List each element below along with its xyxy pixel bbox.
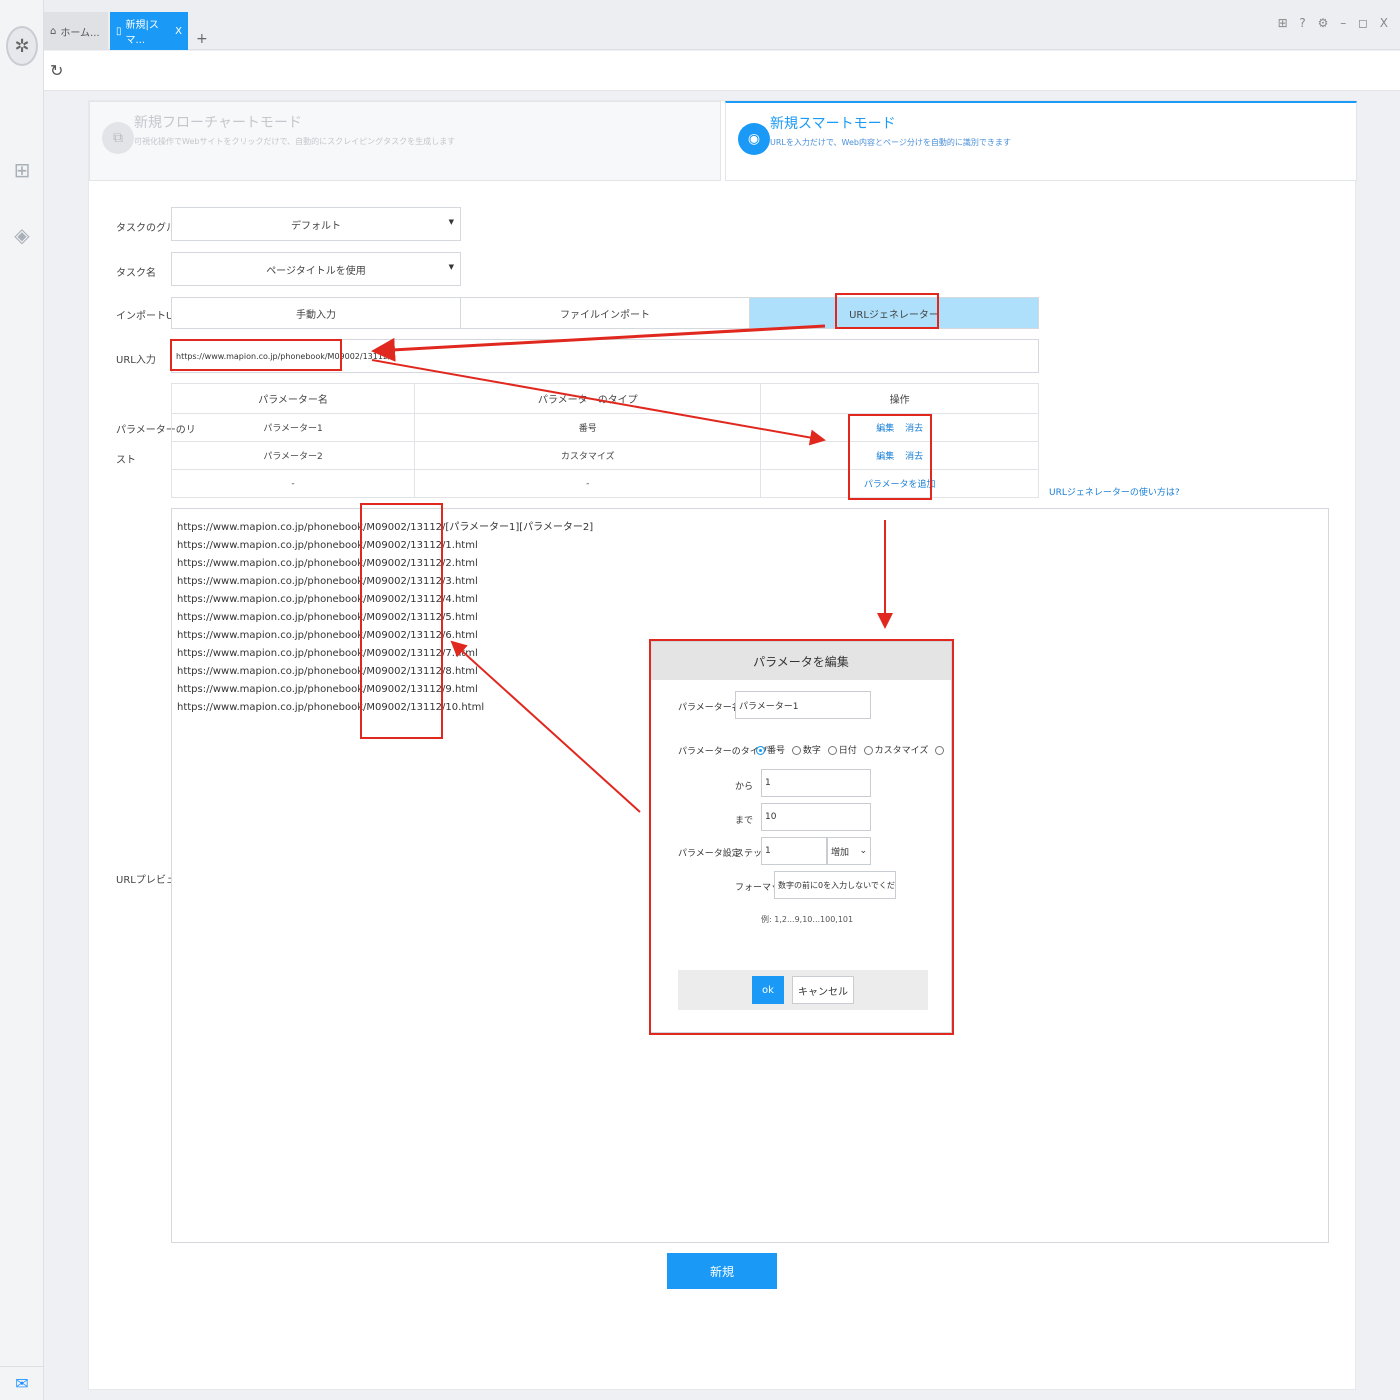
create-button[interactable]: 新規 <box>667 1253 777 1289</box>
flowchart-icon: ⧉ <box>102 122 134 154</box>
caret-down-icon: ▼ <box>448 263 454 271</box>
tab-home-label: ホーム... <box>60 27 100 39</box>
address-bar: ↻ <box>44 51 1400 91</box>
mode-smart-title: 新規スマートモード <box>770 116 896 132</box>
col-param-type: パラメーターのタイプ <box>414 383 762 414</box>
highlight-url-input <box>170 339 342 371</box>
param-list-label-cont: スト <box>116 455 136 466</box>
window-controls[interactable]: ⊞ ? ⚙ – ◻ X <box>1278 16 1392 30</box>
preview-line: https://www.mapion.co.jp/phonebook/M0900… <box>177 558 478 569</box>
param-type-cell: 番号 <box>414 413 762 442</box>
tab-home[interactable]: ⌂ ホーム... <box>44 12 108 50</box>
refresh-icon[interactable]: ↻ <box>50 61 63 80</box>
param-name-cell: - <box>170 469 416 498</box>
mode-flowchart-title: 新規フローチャートモード <box>134 115 302 131</box>
col-actions: 操作 <box>760 383 1039 414</box>
task-group-select[interactable]: デフォルト ▼ <box>171 207 461 241</box>
col-param-name: パラメーター名 <box>170 383 416 414</box>
app-logo-icon[interactable]: ✲ <box>6 26 38 66</box>
tab-close-icon[interactable]: X <box>175 26 182 37</box>
table-header-row: パラメーター名 パラメーターのタイプ 操作 <box>170 383 1039 414</box>
task-name-label: タスク名 <box>116 268 156 279</box>
url-generator-help-link[interactable]: URLジェネレーターの使い方は? <box>1049 485 1180 498</box>
robot-icon: ◉ <box>738 123 770 155</box>
preview-line: https://www.mapion.co.jp/phonebook/M0900… <box>177 522 594 533</box>
param-type-cell: - <box>414 469 762 498</box>
tab-file-import[interactable]: ファイルインポート <box>461 298 750 328</box>
param-name-cell: パラメーター2 <box>170 441 416 470</box>
url-input-label: URL入力 <box>116 355 156 366</box>
mode-smart-desc: URLを入力だけで、Web内容とページ分けを自動的に識別できます <box>770 138 1011 147</box>
param-name-cell: パラメーター1 <box>170 413 416 442</box>
tab-bar: ⌂ ホーム... ▯ 新規|スマ... X + ⊞ ? ⚙ – ◻ X <box>44 0 1400 50</box>
new-task-icon[interactable]: ⊞ <box>10 155 34 185</box>
tab-new-smart-label: 新規|スマ... <box>125 20 159 46</box>
home-icon: ⌂ <box>50 25 57 37</box>
highlight-preview-suffix <box>360 503 443 739</box>
mode-flowchart-desc: 可視化操作でWebサイトをクリックだけで、自動的にスクレイピングタスクを生成しま… <box>134 137 456 146</box>
tab-new-smart[interactable]: ▯ 新規|スマ... X <box>110 12 188 50</box>
preview-line: https://www.mapion.co.jp/phonebook/M0900… <box>177 576 478 587</box>
highlight-url-generator <box>835 293 939 329</box>
task-group-value: デフォルト <box>291 220 341 232</box>
caret-down-icon: ▼ <box>448 218 454 226</box>
highlight-edit-dialog <box>649 639 954 1035</box>
preview-line: https://www.mapion.co.jp/phonebook/M0900… <box>177 540 478 551</box>
preview-line: https://www.mapion.co.jp/phonebook/M0900… <box>177 594 478 605</box>
highlight-edit-actions <box>848 414 932 500</box>
preview-line: https://www.mapion.co.jp/phonebook/M0900… <box>177 612 478 623</box>
param-type-cell: カスタマイズ <box>414 441 762 470</box>
left-sidebar: ✲ ⊞ ◈ ✉ <box>0 0 44 1400</box>
mail-icon[interactable]: ✉ <box>0 1366 44 1400</box>
layers-icon[interactable]: ◈ <box>10 220 34 250</box>
document-icon: ▯ <box>116 25 122 37</box>
mode-card-flowchart[interactable]: ⧉ 新規フローチャートモード 可視化操作でWebサイトをクリックだけで、自動的に… <box>89 101 721 181</box>
task-name-select[interactable]: ページタイトルを使用 ▼ <box>171 252 461 286</box>
mode-card-smart[interactable]: ◉ 新規スマートモード URLを入力だけで、Web内容とページ分けを自動的に識別… <box>725 101 1357 181</box>
task-name-value: ページタイトルを使用 <box>266 265 366 277</box>
tab-manual-input[interactable]: 手動入力 <box>172 298 461 328</box>
